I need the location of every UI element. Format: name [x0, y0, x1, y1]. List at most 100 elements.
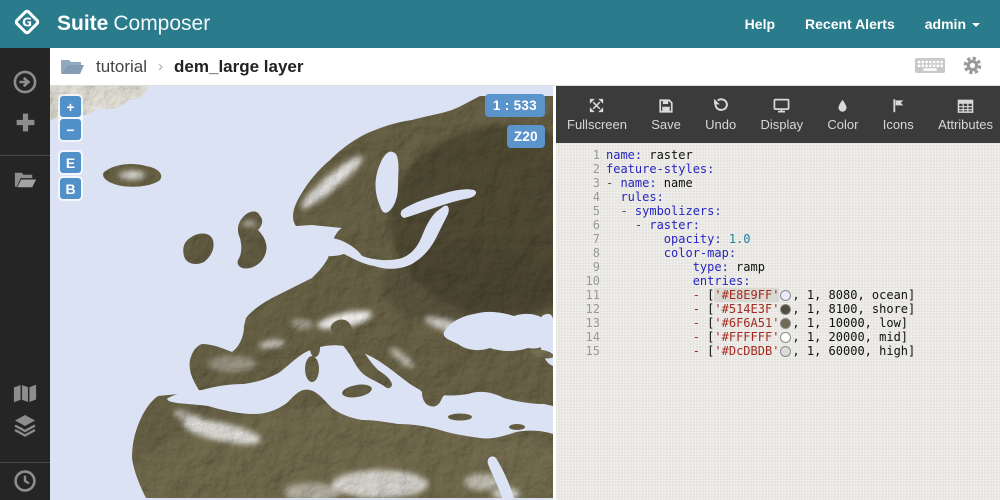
- keyboard-shortcuts-button[interactable]: [914, 55, 946, 79]
- toolbar-button-label: Display: [760, 117, 804, 132]
- overlay-button-b[interactable]: B: [60, 178, 81, 199]
- code-line[interactable]: rules:: [606, 190, 915, 204]
- code-line[interactable]: - raster:: [606, 218, 915, 232]
- code-line[interactable]: - ['#514E3F', 1, 8100, shore]: [606, 302, 916, 316]
- line-number: 6: [592, 218, 600, 232]
- arrow-circle-right-icon: [12, 69, 38, 100]
- line-number: 11: [585, 288, 600, 302]
- folder-open-icon: [60, 56, 85, 77]
- code-line[interactable]: - ['#FFFFFF', 1, 20000, mid]: [606, 330, 915, 344]
- toolbar-button-label: Icons: [882, 117, 914, 132]
- toolbar-button-undo[interactable]: Undo: [703, 94, 738, 135]
- zoom-out-button[interactable]: −: [60, 119, 81, 140]
- code-token-strdash: -: [692, 330, 708, 344]
- line-number: 13: [585, 316, 600, 330]
- line-number: 8: [592, 246, 600, 260]
- breadcrumb: tutorial › dem_large layer: [60, 56, 304, 77]
- sidebar-item-layers[interactable]: [12, 415, 38, 441]
- user-menu[interactable]: admin: [925, 16, 980, 32]
- app-title: Suite Composer: [57, 12, 210, 36]
- code-token-key: color-map:: [663, 246, 737, 260]
- toolbar-button-save[interactable]: Save: [649, 94, 683, 135]
- zoom-control: + −: [58, 94, 83, 142]
- toolbar-button-label: Fullscreen: [567, 117, 627, 132]
- brand[interactable]: G Suite Composer: [12, 7, 210, 42]
- code-editor[interactable]: 1 2 3 4 5 6 7 8 9 10 11 12 13 14 15 name: raster featur…: [556, 143, 1000, 500]
- svg-text:G: G: [22, 15, 32, 29]
- flag-icon: [891, 97, 906, 114]
- sidebar-item-recent[interactable]: [12, 469, 38, 496]
- color-swatch-icon[interactable]: [780, 345, 792, 357]
- sidebar-item-maps[interactable]: [12, 383, 38, 409]
- toolbar-button-label: Color: [827, 117, 859, 132]
- color-swatch-icon[interactable]: [780, 289, 792, 301]
- code-line[interactable]: - ['#DcDBDB', 1, 60000, high]: [606, 344, 916, 358]
- code-token-strdash: -: [692, 344, 708, 358]
- toolbar-button-fullscreen[interactable]: Fullscreen: [565, 94, 629, 135]
- line-number: 1: [592, 148, 600, 162]
- code-token-strdash: -: [692, 316, 708, 330]
- code-token-str: '#FFFFFF': [714, 330, 780, 344]
- toolbar-button-attributes[interactable]: Attributes: [936, 94, 995, 135]
- undo-icon: [712, 97, 729, 114]
- nav-link-help[interactable]: Help: [745, 16, 775, 32]
- settings-button[interactable]: [961, 54, 984, 80]
- sidebar-item-add[interactable]: [12, 112, 38, 138]
- code-line[interactable]: color-map:: [606, 246, 915, 260]
- zoom-in-button[interactable]: +: [60, 96, 81, 117]
- code-token-strdash: -: [692, 302, 708, 316]
- color-swatch-icon[interactable]: [780, 317, 792, 329]
- code-line[interactable]: - ['#6F6A51', 1, 10000, low]: [606, 316, 915, 330]
- top-navbar: G Suite Composer Help Recent Alerts admin: [0, 0, 1000, 48]
- plus-icon: [13, 110, 38, 140]
- code-line[interactable]: - name: name: [606, 176, 915, 190]
- overlay-control-e: E: [58, 150, 83, 175]
- toolbar-button-icons[interactable]: Icons: [881, 94, 916, 135]
- display-icon: [773, 97, 790, 114]
- overlay-button-e[interactable]: E: [60, 152, 81, 173]
- code-token-meta: -: [634, 218, 650, 232]
- code-line[interactable]: - symbolizers:: [606, 204, 915, 218]
- map-canvas[interactable]: [50, 86, 553, 500]
- toolbar-button-label: Attributes: [938, 117, 993, 132]
- sidebar-item-collapse[interactable]: [12, 69, 38, 100]
- code-line[interactable]: - ['#E8E9FF', 1, 8080, ocean]: [606, 288, 915, 302]
- breadcrumb-current: dem_large layer: [174, 56, 304, 76]
- code-line[interactable]: name: raster: [606, 148, 915, 162]
- line-number: 2: [592, 162, 600, 176]
- line-number-gutter: 1 2 3 4 5 6 7 8 9 10 11 12 13 14 15: [556, 148, 606, 500]
- code-line[interactable]: feature-styles:: [606, 162, 915, 176]
- toolbar-button-display[interactable]: Display: [758, 94, 805, 135]
- sidebar-item-open[interactable]: [12, 169, 38, 195]
- style-editor-panel: Fullscreen Save Undo Display Color Icons Attri…: [556, 86, 1000, 500]
- color-swatch-icon[interactable]: [780, 331, 792, 343]
- code-token-plain: , 1, 20000, mid]: [792, 330, 909, 344]
- sidebar-divider: [0, 155, 50, 156]
- nav-link-recent-alerts[interactable]: Recent Alerts: [805, 16, 895, 32]
- breadcrumb-parent[interactable]: tutorial: [96, 57, 147, 77]
- code-token-key: entries:: [692, 274, 751, 288]
- code-content[interactable]: name: raster feature-styles: - name: name …: [606, 148, 915, 500]
- code-line[interactable]: type: ramp: [606, 260, 915, 274]
- code-line[interactable]: opacity: 1.0: [606, 232, 915, 246]
- color-swatch-icon[interactable]: [780, 303, 792, 315]
- scale-badge: 1 : 533: [484, 94, 545, 117]
- map-icon: [13, 383, 37, 409]
- sidebar-divider: [0, 462, 50, 463]
- app-title-bold: Suite: [57, 12, 109, 35]
- code-line[interactable]: entries:: [606, 274, 915, 288]
- code-token-plain: ramp: [728, 260, 765, 274]
- toolbar-button-color[interactable]: Color: [825, 94, 860, 135]
- code-token-plain: , 1, 8100, shore]: [792, 302, 916, 316]
- gear-icon: [961, 54, 984, 80]
- folder-open-icon: [13, 170, 38, 195]
- map-viewport[interactable]: + − E B 1 : 533 Z20: [50, 86, 553, 500]
- app-title-regular: Composer: [113, 12, 211, 35]
- code-token-key: feature-styles:: [606, 162, 715, 176]
- code-token-str: '#DcDBDB': [714, 344, 780, 358]
